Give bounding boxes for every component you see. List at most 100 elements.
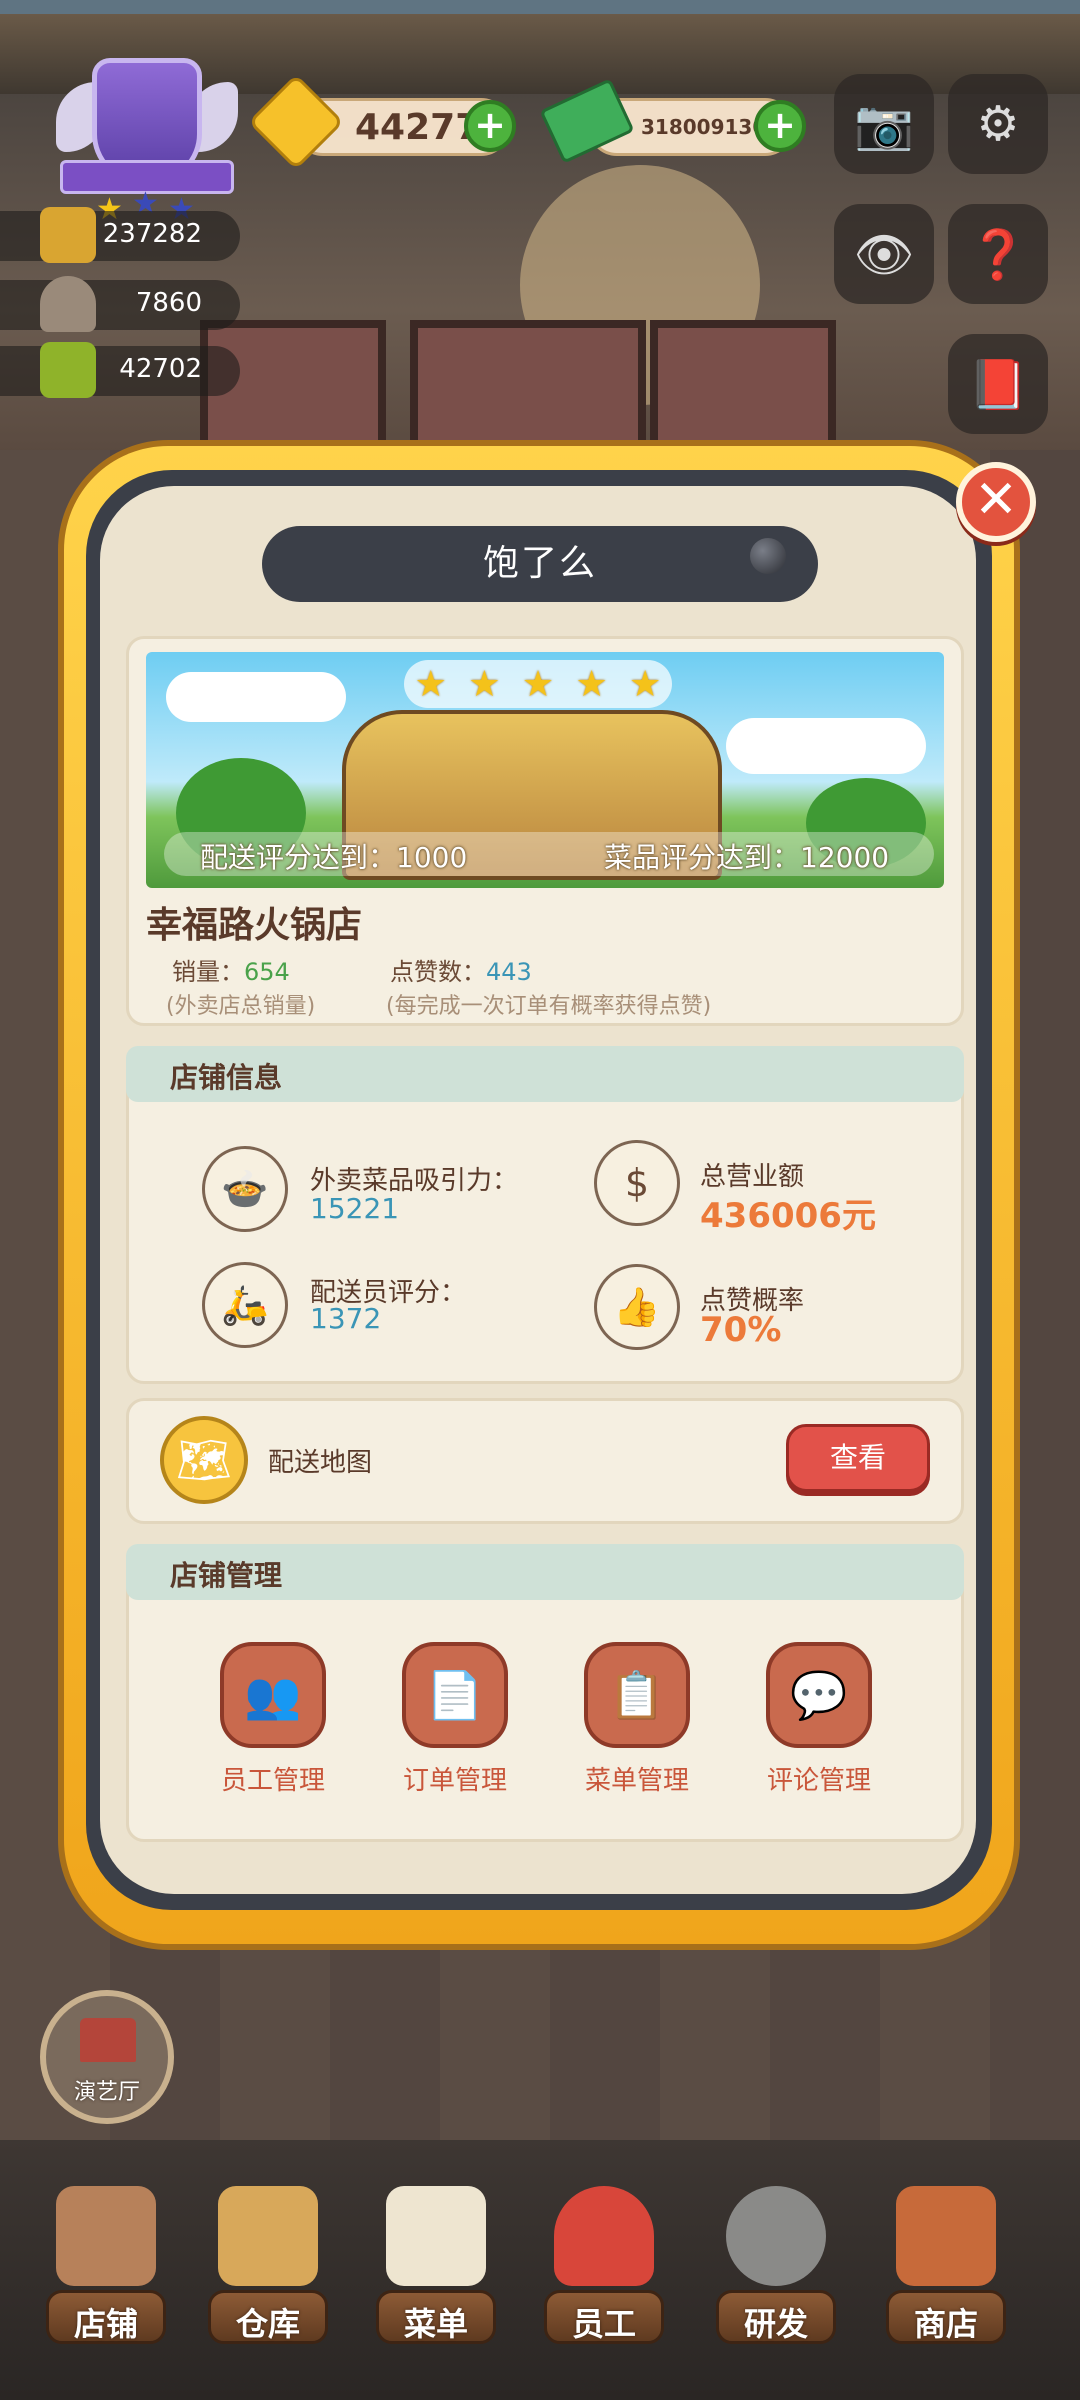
title-decoration (750, 538, 786, 574)
shop-name: 幸福路火锅店 (146, 905, 363, 946)
star-icon: ★ (414, 663, 447, 705)
delivery-map-label: 配送地图 (268, 1448, 373, 1478)
stage-icon (80, 2018, 136, 2062)
staff-management-button[interactable]: 👥 (220, 1642, 326, 1748)
order-management-label: 订单管理 (402, 1766, 507, 1796)
attract-value: 15221 (310, 1192, 400, 1225)
dish-requirement: 菜品评分达到：12000 (604, 841, 890, 874)
delivery-requirement: 配送评分达到：1000 (200, 841, 468, 874)
thumbs-up-icon: 👍 (594, 1264, 680, 1350)
close-button[interactable]: ✕ (956, 462, 1036, 542)
red-book-icon: 📕 (968, 356, 1028, 413)
star-icon: ★ (521, 663, 555, 705)
chat-bubble-icon: 💬 (790, 1667, 848, 1722)
recipe-book-icon (40, 342, 96, 398)
help-book-icon: ❓ (968, 226, 1028, 283)
view-map-button[interactable]: 查看 (786, 1424, 930, 1492)
shop-management-header: 店铺管理 (126, 1544, 964, 1600)
cloud (726, 718, 926, 774)
documents-icon: 📄 (426, 1667, 484, 1722)
settings-button[interactable]: ⚙ (948, 74, 1048, 174)
like-rate-value: 70% (700, 1310, 782, 1350)
nav-research[interactable]: 研发 (716, 2186, 836, 2346)
checklist-icon (386, 2186, 486, 2286)
nav-label: 员工 (571, 2305, 636, 2343)
section-title: 店铺信息 (170, 1061, 283, 1094)
nav-store[interactable]: 商店 (886, 2186, 1006, 2346)
gem-count: 44277 (355, 106, 481, 148)
camera-button[interactable]: 📷 (834, 74, 934, 174)
delivery-scooter-icon: 🛵 (202, 1262, 288, 1348)
recipe-book-button[interactable]: 📕 (948, 334, 1048, 434)
courier-value: 1372 (310, 1302, 382, 1335)
star-icon: ★ (468, 663, 501, 705)
stat-row-recipes: 42702 (0, 342, 240, 398)
view-toggle-button[interactable]: 👁 (834, 204, 934, 304)
sales-stat: 销量：654 (172, 952, 290, 987)
order-management-button[interactable]: 📄 (402, 1642, 508, 1748)
boxes-icon (218, 2186, 318, 2286)
staff-management-label: 员工管理 (220, 1766, 325, 1796)
stat-value: 237282 (102, 219, 202, 249)
menu-management-label: 菜单管理 (584, 1766, 689, 1796)
wok-icon (726, 2186, 826, 2286)
eye-icon: 👁 (853, 226, 915, 283)
nav-warehouse[interactable]: 仓库 (208, 2186, 328, 2346)
shop-rating-stars: ★ ★ ★ ★ ★ (404, 660, 672, 708)
nav-label: 仓库 (235, 2305, 300, 2343)
nav-plaque: 商店 (886, 2290, 1006, 2344)
section-title: 店铺管理 (170, 1559, 283, 1592)
gear-icon: ⚙ (976, 96, 1020, 152)
store-front-icon (896, 2186, 996, 2286)
nav-label: 研发 (743, 2305, 808, 2343)
level-badge[interactable]: ★ ★ ★ (52, 52, 242, 227)
status-strip (0, 0, 1080, 14)
stat-row-service: 7860 (0, 276, 240, 332)
review-management-label: 评论管理 (766, 1766, 871, 1796)
sales-note: (外卖店总销量) (166, 994, 316, 1019)
sales-value: 654 (244, 958, 290, 986)
nav-label: 菜单 (403, 2305, 468, 2343)
dialog-title: 饱了么 (262, 526, 818, 602)
people-icon: 👥 (244, 1667, 302, 1722)
stat-value: 42702 (119, 354, 202, 384)
likes-label: 点赞数： (390, 958, 486, 986)
clipboard-icon: 📋 (608, 1667, 666, 1722)
add-cash-button[interactable]: + (754, 100, 806, 152)
money-bag-icon: $ (594, 1140, 680, 1226)
stat-value: 7860 (135, 288, 202, 318)
star-icon: ★ (575, 663, 608, 705)
nav-plaque: 仓库 (208, 2290, 328, 2344)
close-icon: ✕ (974, 470, 1018, 530)
cloche-icon (40, 276, 96, 332)
cloud (166, 672, 346, 722)
nav-shop[interactable]: 店铺 (46, 2186, 166, 2346)
nav-plaque: 店铺 (46, 2290, 166, 2344)
nav-menu[interactable]: 菜单 (376, 2186, 496, 2346)
nav-staff[interactable]: 员工 (544, 2186, 664, 2346)
revenue-value: 436006元 (700, 1196, 876, 1236)
chef-character-icon (554, 2186, 654, 2286)
shop-info-header: 店铺信息 (126, 1046, 964, 1102)
nav-label: 店铺 (73, 2305, 138, 2343)
review-management-button[interactable]: 💬 (766, 1642, 872, 1748)
likes-value: 443 (486, 958, 532, 986)
nav-plaque: 菜单 (376, 2290, 496, 2344)
likes-note: (每完成一次订单有概率获得点赞) (386, 994, 712, 1019)
hotpot-icon (40, 207, 96, 263)
nav-label: 商店 (913, 2305, 978, 2343)
menu-management-button[interactable]: 📋 (584, 1642, 690, 1748)
cash-count: 318009130 (641, 115, 767, 139)
add-gems-button[interactable]: + (464, 100, 516, 152)
likes-stat: 点赞数：443 (390, 952, 532, 987)
star-icon: ★ (629, 663, 662, 705)
camera-icon: 📷 (854, 96, 914, 153)
help-book-button[interactable]: ❓ (948, 204, 1048, 304)
shop-building-icon (56, 2186, 156, 2286)
stat-row-facility: 237282 (0, 207, 240, 263)
dish-plate-icon: 🍲 (202, 1146, 288, 1232)
performance-hall-button[interactable]: 演艺厅 (40, 1990, 174, 2124)
map-icon: 🗺 (160, 1416, 248, 1504)
nav-plaque: 研发 (716, 2290, 836, 2344)
performance-hall-label: 演艺厅 (73, 2080, 140, 2105)
